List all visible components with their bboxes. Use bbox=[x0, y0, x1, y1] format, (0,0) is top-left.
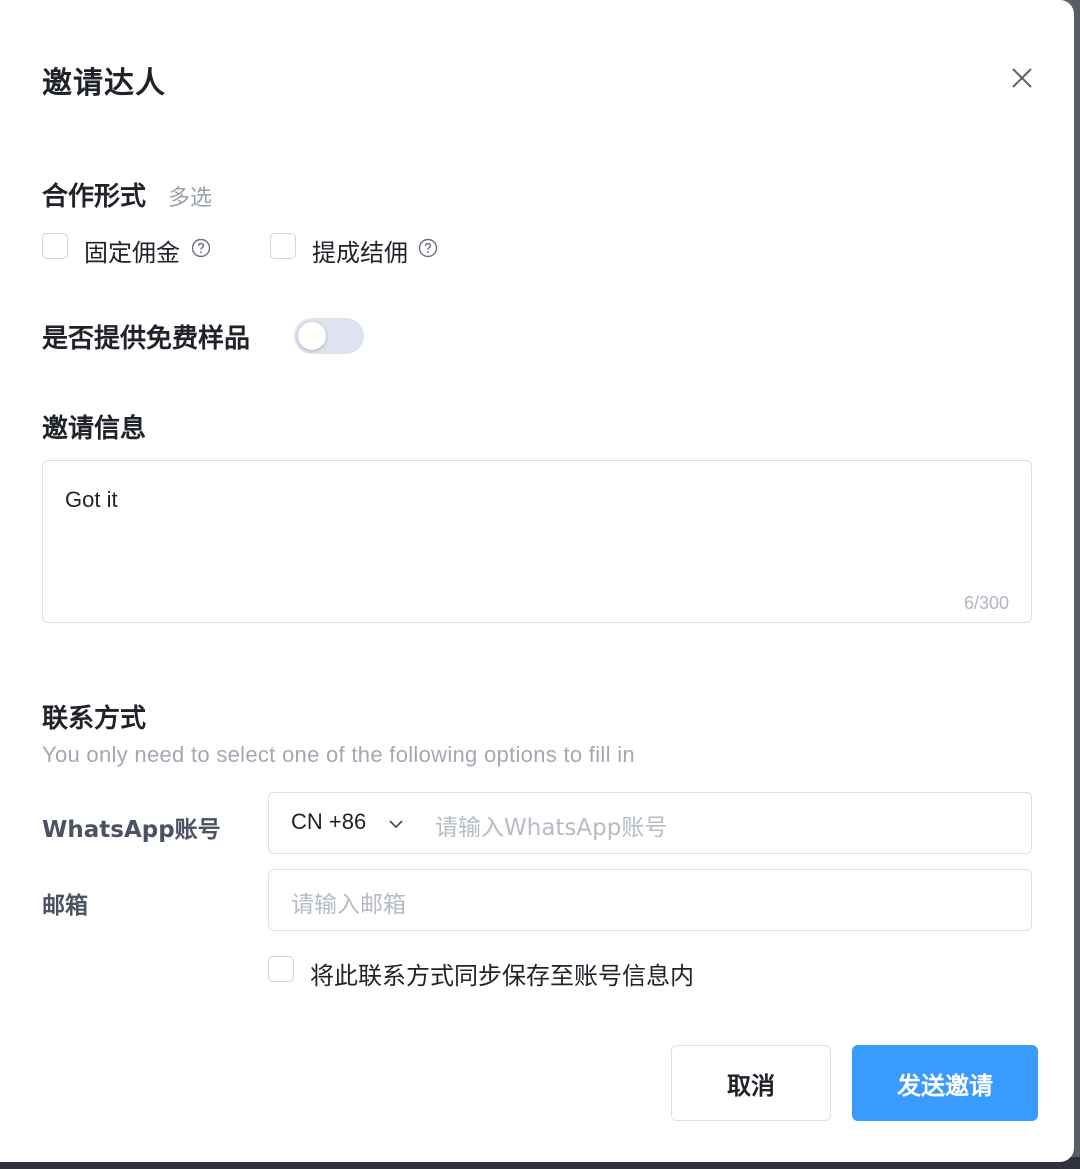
email-placeholder: 请输入邮箱 bbox=[291, 892, 406, 918]
whatsapp-input[interactable]: 请输入WhatsApp账号 bbox=[435, 808, 667, 842]
toggle-knob bbox=[298, 322, 326, 350]
free-sample-toggle[interactable] bbox=[294, 318, 364, 354]
invite-message-text: Got it bbox=[65, 487, 118, 512]
chevron-down-icon[interactable] bbox=[387, 815, 405, 833]
whatsapp-label: WhatsApp账号 bbox=[42, 817, 221, 843]
invite-message-textarea[interactable]: Got it 6/300 bbox=[42, 460, 1032, 623]
close-icon bbox=[1012, 68, 1032, 88]
cancel-button[interactable]: 取消 bbox=[671, 1045, 831, 1121]
cooperation-label: 合作形式 bbox=[42, 182, 147, 212]
email-field[interactable]: 请输入邮箱 bbox=[268, 869, 1032, 931]
character-counter: 6/300 bbox=[963, 593, 1009, 613]
contact-label: 联系方式 bbox=[42, 704, 147, 734]
email-label: 邮箱 bbox=[42, 893, 88, 919]
send-invite-button[interactable]: 发送邀请 bbox=[852, 1045, 1038, 1121]
contact-subtitle: You only need to select one of the follo… bbox=[42, 742, 635, 767]
help-icon[interactable] bbox=[418, 238, 438, 258]
dialog-title: 邀请达人 bbox=[42, 66, 166, 101]
fixed-commission-checkbox[interactable] bbox=[42, 233, 68, 259]
multi-select-hint: 多选 bbox=[168, 186, 213, 211]
help-icon[interactable] bbox=[191, 238, 211, 258]
whatsapp-input-group: CN +86 请输入WhatsApp账号 bbox=[268, 792, 1032, 854]
close-button[interactable] bbox=[1004, 60, 1040, 96]
fixed-commission-label: 固定佣金 bbox=[84, 239, 180, 267]
commission-share-label: 提成结佣 bbox=[312, 239, 408, 267]
free-sample-label: 是否提供免费样品 bbox=[42, 324, 251, 354]
sync-contact-checkbox[interactable] bbox=[268, 956, 294, 982]
country-code-select[interactable]: CN +86 bbox=[291, 809, 366, 835]
commission-share-checkbox[interactable] bbox=[270, 233, 296, 259]
invite-message-label: 邀请信息 bbox=[42, 414, 147, 444]
sync-contact-label: 将此联系方式同步保存至账号信息内 bbox=[310, 962, 694, 990]
invite-creator-dialog: 邀请达人 合作形式 多选 固定佣金 提成结佣 是否提供免费样品 邀请信息 Got… bbox=[0, 0, 1074, 1162]
